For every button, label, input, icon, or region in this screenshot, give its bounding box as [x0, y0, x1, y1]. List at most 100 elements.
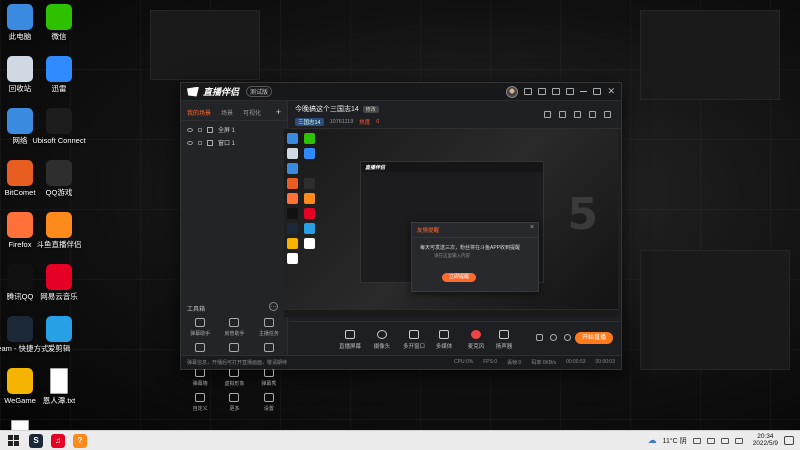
desktop-icon[interactable]: 爱剪辑	[29, 316, 89, 354]
dialog-remind-button[interactable]: 立即提醒	[442, 273, 476, 282]
skin-icon[interactable]	[566, 88, 575, 95]
network-icon[interactable]	[706, 437, 715, 444]
toolbox-item[interactable]: 更多	[217, 393, 251, 412]
camera-button[interactable]: 摄像头	[367, 330, 397, 350]
desktop-icon[interactable]: 迅雷	[29, 56, 89, 94]
clock[interactable]: 20:34 2022/5/9	[753, 433, 778, 448]
desktop-icon[interactable]: 恩人潭.txt	[29, 368, 89, 406]
tool-icon	[263, 318, 274, 327]
close-icon[interactable]: ✕	[607, 87, 615, 96]
weather-text[interactable]: 11°C 阴	[663, 436, 687, 446]
desktop-icon-label: 爱剪辑	[47, 344, 71, 353]
tool-icon	[195, 393, 206, 402]
settings-icon[interactable]	[552, 88, 561, 95]
scene-tabs: 我的场景 场景 可视化 +	[181, 101, 287, 121]
notification-icon[interactable]	[589, 111, 596, 118]
system-tray: ☁ 11°C 阴 20:34 2022/5/9	[648, 433, 800, 448]
status-metric: 00:00:53	[566, 359, 586, 365]
maximize-icon[interactable]	[593, 88, 602, 95]
start-live-button[interactable]: 开始直播	[575, 332, 613, 344]
speaker-button[interactable]: 扬声器	[489, 330, 519, 350]
multi-window-button[interactable]: 多开窗口	[399, 330, 429, 350]
status-metric: 丢帧:0	[507, 360, 522, 366]
desktop-icon[interactable]: 网易云音乐	[29, 264, 89, 302]
preview-eye-icon[interactable]	[550, 334, 557, 341]
toolbox-item[interactable]: 弹幕助手	[183, 318, 217, 337]
volume-icon[interactable]	[720, 437, 729, 444]
control-label: 扬声器	[495, 344, 513, 350]
microphone-button[interactable]: 麦克风	[461, 330, 491, 350]
wallpaper-block	[150, 10, 260, 80]
live-preview[interactable]: 5 直播伴侣 友情提醒 × 每天可发送三次，粉丝将在斗鱼APP收到提醒 请在这里…	[284, 129, 618, 317]
aijianji-icon	[304, 223, 315, 234]
steam-icon[interactable]: S	[29, 433, 43, 448]
tool-label: 弹幕助手	[190, 331, 211, 337]
link-icon[interactable]	[604, 111, 611, 118]
scene-item[interactable]: 窗口 1	[181, 134, 287, 147]
status-metric: FPS:0	[483, 359, 498, 365]
ubisoft-icon	[304, 163, 315, 174]
message-icon[interactable]	[524, 88, 533, 95]
wallpaper-block	[640, 250, 790, 370]
eye-icon[interactable]	[187, 127, 193, 132]
desktop-icon[interactable]: Ubisoft Connect	[29, 108, 89, 146]
record-icon[interactable]	[536, 334, 543, 341]
scene-label: 窗口 1	[218, 141, 236, 147]
settings-gear-icon[interactable]	[564, 334, 571, 341]
douyu-icon[interactable]: ?	[73, 433, 87, 448]
room-title[interactable]: 今晚搞这个三国志14	[295, 104, 359, 114]
app-logo: 直播伴侣 测试版	[187, 85, 273, 98]
ime-icon[interactable]	[734, 437, 743, 444]
toolbox-item[interactable]: 虚拟形象	[217, 368, 251, 387]
app-name: 直播伴侣	[203, 87, 240, 97]
minimize-icon[interactable]	[580, 91, 588, 92]
tab-visual[interactable]: 可视化	[243, 108, 261, 117]
tool-icon	[229, 368, 240, 377]
add-scene-button[interactable]: +	[276, 107, 281, 117]
text-file-icon	[287, 253, 298, 264]
xunlei-icon	[46, 56, 72, 82]
tool-icon	[195, 318, 206, 327]
toolbox-item[interactable]: 弹幕秀	[252, 368, 286, 387]
weather-cloud-icon[interactable]: ☁	[648, 435, 657, 446]
desktop-icon[interactable]: QQ游戏	[29, 160, 89, 198]
preview-app-window: 直播伴侣 友情提醒 × 每天可发送三次，粉丝将在斗鱼APP收到提醒 请在这里输入…	[360, 161, 544, 292]
toolbox-more-button[interactable]: …	[269, 302, 278, 311]
tray-expand-icon[interactable]	[692, 437, 701, 444]
scene-item[interactable]: 全屏 1	[181, 121, 287, 134]
lock-icon[interactable]	[198, 127, 202, 132]
toolbox-item[interactable]: 主播任务	[252, 318, 286, 337]
eye-icon[interactable]	[187, 140, 193, 145]
lock-icon[interactable]	[198, 140, 202, 145]
toolbox-item[interactable]: 设置	[252, 393, 286, 412]
reminder-dialog: 友情提醒 × 每天可发送三次，粉丝将在斗鱼APP收到提醒 请在这里输入内容 立即…	[411, 222, 539, 292]
tab-my-scene[interactable]: 我的场景	[187, 108, 211, 117]
category-badge[interactable]: 三国志14	[295, 118, 324, 126]
media-button[interactable]: 多媒体	[429, 330, 459, 350]
windows-start-icon[interactable]	[8, 435, 19, 446]
dialog-close-icon[interactable]: ×	[530, 224, 534, 231]
notification-center-icon[interactable]	[784, 436, 794, 445]
tool-icon	[263, 393, 274, 402]
screen-capture-button[interactable]: 直播屏幕	[335, 330, 365, 350]
fullscreen-source-icon	[207, 126, 213, 133]
mail-icon[interactable]	[538, 88, 547, 95]
text-file-icon	[50, 368, 68, 394]
netease-music-icon[interactable]: ♫	[51, 433, 65, 448]
user-avatar[interactable]	[506, 85, 519, 98]
toolbox-item[interactable]: 房管助手	[217, 318, 251, 337]
tab-scene[interactable]: 场景	[221, 108, 233, 117]
screenshot-icon[interactable]	[574, 111, 581, 118]
speaker-icon	[499, 330, 509, 339]
dialog-input-placeholder[interactable]: 请在这里输入内容	[412, 253, 538, 259]
share-icon[interactable]	[559, 111, 566, 118]
toolbox-item[interactable]: 自定义	[183, 393, 217, 412]
toolbox-item[interactable]: 弹幕墙	[183, 368, 217, 387]
computer-icon	[287, 133, 298, 144]
tool-label: 弹幕墙	[192, 381, 208, 387]
desktop-icon[interactable]: 斗鱼直播伴侣	[29, 212, 89, 250]
edit-title-button[interactable]: 修改	[362, 105, 379, 113]
tool-icon	[229, 318, 240, 327]
desktop-icon[interactable]: 微信	[29, 4, 89, 42]
gift-icon[interactable]	[544, 111, 551, 118]
